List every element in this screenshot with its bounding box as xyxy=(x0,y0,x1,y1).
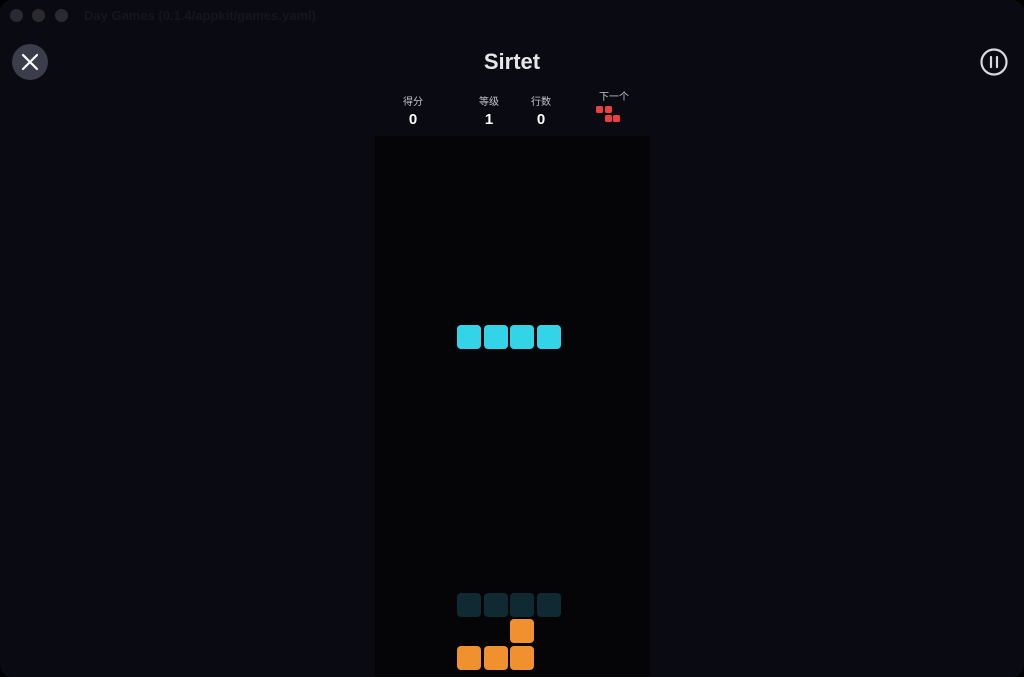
active-piece-cell xyxy=(537,324,562,349)
ghost-cell xyxy=(537,592,562,617)
ghost-cell xyxy=(483,592,508,617)
window-zoom-button[interactable] xyxy=(55,9,68,22)
locked-cell xyxy=(510,619,535,644)
level-stat: 等级 1 xyxy=(459,96,519,130)
close-x-icon xyxy=(21,53,39,71)
locked-cell xyxy=(456,646,481,671)
active-piece-cell xyxy=(456,324,481,349)
next-piece-cell xyxy=(604,106,612,113)
lines-label: 行数 xyxy=(531,97,551,108)
next-piece-cell xyxy=(604,114,612,122)
locked-cell xyxy=(483,646,508,671)
locked-cell xyxy=(510,646,535,671)
lines-value: 0 xyxy=(536,111,546,128)
next-label: 下一个 xyxy=(599,92,629,103)
ghost-cell xyxy=(456,592,481,617)
pause-button[interactable] xyxy=(979,47,1009,77)
window-minimize-button[interactable] xyxy=(32,9,45,22)
pause-circle-icon xyxy=(980,48,1008,76)
app-window: Day Games (0.1.4/appkit/games.yaml) Sirt… xyxy=(0,0,1024,677)
score-stat: 得分 0 xyxy=(383,96,443,130)
ghost-cell xyxy=(510,592,535,617)
close-game-button[interactable] xyxy=(12,44,48,80)
level-value: 1 xyxy=(484,111,494,128)
active-piece-cell xyxy=(510,324,535,349)
game-board[interactable] xyxy=(375,136,650,677)
score-label: 得分 xyxy=(403,97,423,108)
window-close-button[interactable] xyxy=(10,9,23,22)
next-piece-cell xyxy=(596,106,603,113)
next-piece-cell xyxy=(613,114,621,122)
level-label: 等级 xyxy=(479,97,499,108)
game-title: Sirtet xyxy=(483,49,541,74)
titlebar: Day Games (0.1.4/appkit/games.yaml) xyxy=(0,0,1024,32)
score-value: 0 xyxy=(408,111,418,128)
window-title: Day Games (0.1.4/appkit/games.yaml) xyxy=(84,8,316,23)
next-piece-preview xyxy=(584,105,644,127)
active-piece-cell xyxy=(483,324,508,349)
next-piece-panel: 下一个 xyxy=(584,91,644,127)
lines-stat: 行数 0 xyxy=(511,96,571,130)
